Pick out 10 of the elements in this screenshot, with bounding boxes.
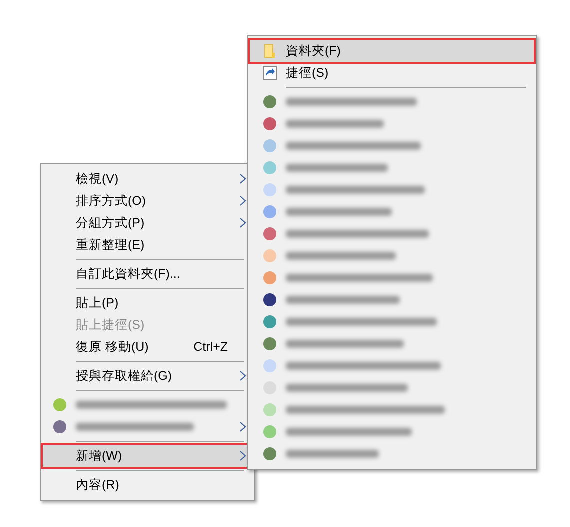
menu-item[interactable]: 內容(R) [43,474,252,496]
menu-item[interactable]: 授與存取權給(G) [43,365,252,387]
menu-item[interactable]: 資料夾(F) [250,40,534,62]
menu-item[interactable]: 捷徑(S) [250,62,534,84]
menu-item[interactable]: 排序方式(O) [43,190,252,212]
menu-item[interactable]: 分組方式(P) [43,212,252,234]
folder-icon [262,43,278,59]
shortcut-icon [262,65,278,81]
menu-item[interactable]: 檢視(V) [43,168,252,190]
shortcut-text: Ctrl+Z [194,340,228,354]
